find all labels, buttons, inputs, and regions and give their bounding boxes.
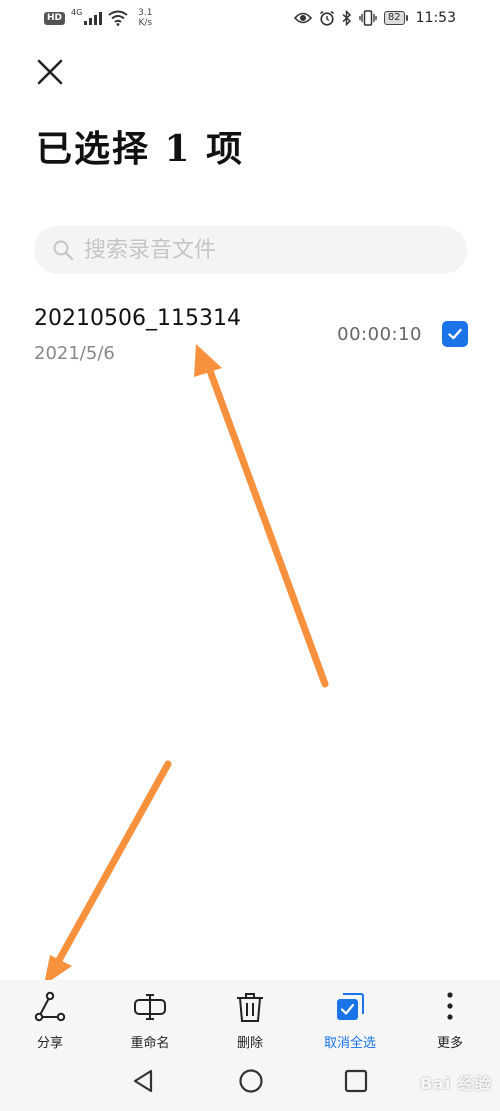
more-label: 更多 bbox=[436, 1036, 463, 1051]
rename-icon bbox=[134, 994, 166, 1020]
recording-date: 2021/5/6 bbox=[34, 343, 115, 364]
delete-label: 删除 bbox=[236, 1036, 263, 1051]
bottom-toolbar: 分享 重命名 删除 取消全选 更多 bbox=[0, 980, 500, 1051]
status-bar: HD 4G 3.1 K/s 82 11:53 bbox=[0, 0, 500, 36]
list-item[interactable]: 20210506_115314 2021/5/6 00:00:10 bbox=[0, 296, 500, 378]
back-triangle-icon[interactable] bbox=[129, 1066, 159, 1096]
more-button[interactable]: 更多 bbox=[410, 990, 490, 1051]
select-all-icon bbox=[337, 993, 364, 1020]
annotation-arrow-upper bbox=[194, 344, 329, 688]
search-bar[interactable] bbox=[34, 226, 467, 274]
recording-checkbox[interactable] bbox=[442, 321, 468, 347]
share-label: 分享 bbox=[36, 1036, 63, 1051]
delete-button[interactable]: 删除 bbox=[210, 990, 290, 1051]
alarm-icon bbox=[319, 10, 334, 26]
recording-duration: 00:00:10 bbox=[337, 324, 422, 345]
checkmark-icon bbox=[448, 328, 462, 340]
vibrate-icon bbox=[359, 10, 377, 26]
eye-icon bbox=[293, 12, 312, 24]
network-speed-unit: K/s bbox=[138, 18, 153, 28]
more-vertical-icon bbox=[447, 992, 453, 1020]
hd-badge: HD bbox=[44, 11, 66, 25]
network-type: 4G bbox=[71, 7, 83, 17]
bluetooth-icon bbox=[342, 10, 351, 26]
trash-icon bbox=[237, 993, 263, 1022]
home-circle-icon[interactable] bbox=[236, 1066, 266, 1096]
network-speed: 3.1 K/s bbox=[134, 8, 156, 28]
search-input[interactable] bbox=[84, 237, 444, 263]
search-icon bbox=[53, 240, 74, 261]
network-speed-value: 3.1 bbox=[138, 8, 153, 18]
rename-button[interactable]: 重命名 bbox=[110, 990, 190, 1051]
recording-name: 20210506_115314 bbox=[34, 306, 241, 331]
wifi-icon bbox=[108, 10, 128, 26]
recent-apps-square-icon[interactable] bbox=[341, 1066, 371, 1096]
share-icon bbox=[34, 991, 66, 1022]
close-icon[interactable] bbox=[34, 56, 66, 88]
page-title: 已选择 1 项 bbox=[36, 128, 245, 170]
share-button[interactable]: 分享 bbox=[10, 990, 90, 1051]
rename-label: 重命名 bbox=[130, 1036, 170, 1051]
watermark: Bai 经验 bbox=[419, 1074, 492, 1093]
deselect-all-label: 取消全选 bbox=[323, 1036, 376, 1051]
clock: 11:53 bbox=[415, 10, 456, 26]
battery-icon: 82 bbox=[383, 11, 408, 25]
signal-icon bbox=[84, 11, 103, 25]
annotation-arrow-lower bbox=[44, 760, 172, 985]
deselect-all-button[interactable]: 取消全选 bbox=[310, 990, 390, 1051]
status-bar-left: HD 4G 3.1 K/s bbox=[44, 6, 156, 30]
status-bar-right: 82 11:53 bbox=[293, 6, 456, 30]
